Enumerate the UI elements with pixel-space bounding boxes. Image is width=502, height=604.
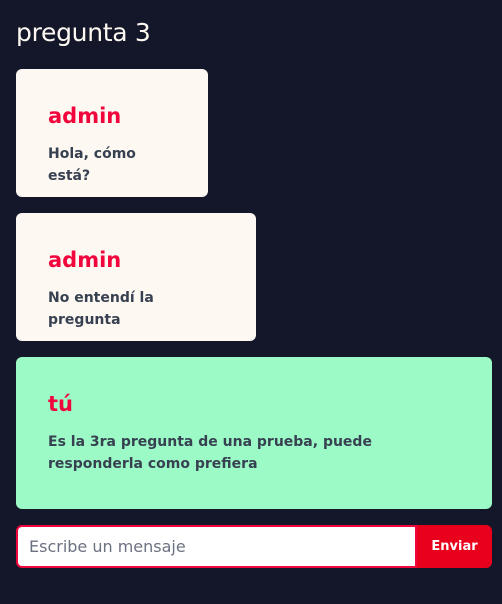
message-text: No entendí la pregunta <box>48 290 154 328</box>
message-author: admin <box>48 248 122 272</box>
send-button[interactable]: Enviar <box>417 525 492 568</box>
own-message-card: tú Es la 3ra pregunta de una prueba, pue… <box>16 357 492 509</box>
message-author: tú <box>48 392 73 416</box>
message-author: admin <box>48 104 122 128</box>
message-input[interactable] <box>16 525 417 568</box>
page-title: pregunta 3 <box>16 18 151 47</box>
message-text: Hola, cómo está? <box>48 146 136 184</box>
message-composer: Enviar <box>16 525 492 568</box>
message-card: admin Hola, cómo está? <box>16 69 208 197</box>
message-text: Es la 3ra pregunta de una prueba, puede … <box>48 434 372 472</box>
message-card: admin No entendí la pregunta <box>16 213 256 341</box>
